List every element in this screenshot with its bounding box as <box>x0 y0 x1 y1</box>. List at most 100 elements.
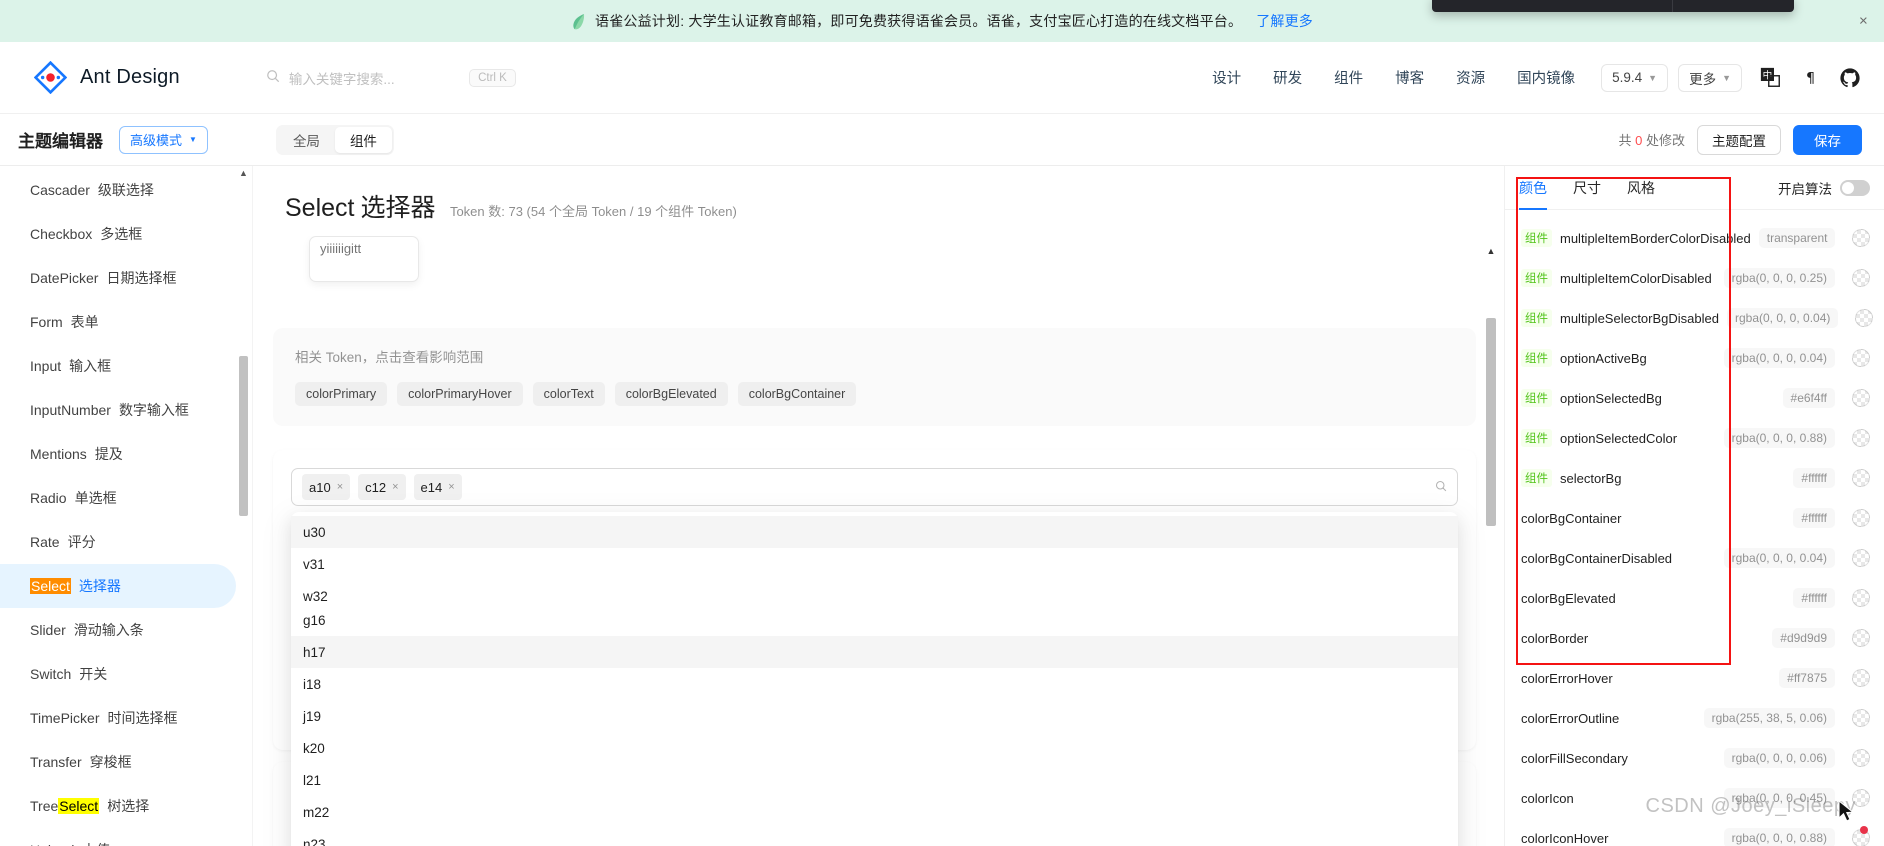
color-swatch[interactable] <box>1852 509 1870 527</box>
sidebar-item-datepicker[interactable]: DatePicker 日期选择框 <box>0 256 252 300</box>
ghost-select-preview[interactable]: yiiiiiigitt <box>309 236 419 282</box>
sidebar-item-treeselect[interactable]: TreeSelect 树选择 <box>0 784 252 828</box>
token-chip[interactable]: colorBgElevated <box>614 382 728 406</box>
token-row[interactable]: colorIcon rgba(0, 0, 0, 0.45) <box>1505 778 1884 818</box>
nav-item-components[interactable]: 组件 <box>1318 67 1379 88</box>
main-scrollbar[interactable]: ▲ <box>1486 246 1496 846</box>
color-swatch[interactable] <box>1852 669 1870 687</box>
color-swatch[interactable] <box>1852 429 1870 447</box>
scroll-up-arrow-icon[interactable]: ▲ <box>239 168 248 178</box>
github-icon[interactable] <box>1838 66 1862 90</box>
tag-close-icon[interactable]: × <box>337 481 343 493</box>
sidebar-item-radio[interactable]: Radio 单选框 <box>0 476 252 520</box>
token-row[interactable]: 组件 optionActiveBg rgba(0, 0, 0, 0.04) <box>1505 338 1884 378</box>
mode-selector[interactable]: 高级模式 ▼ <box>119 125 208 154</box>
nav-item-blog[interactable]: 博客 <box>1379 67 1440 88</box>
select-option[interactable]: j19 <box>291 700 1458 732</box>
color-swatch[interactable] <box>1855 309 1874 327</box>
token-row[interactable]: 组件 multipleItemColorDisabled rgba(0, 0, 0,… <box>1505 258 1884 298</box>
more-menu-button[interactable]: 更多 ▼ <box>1678 63 1742 92</box>
tab-global[interactable]: 全局 <box>278 127 335 153</box>
token-chip[interactable]: colorBgContainer <box>737 382 857 406</box>
token-row[interactable]: colorErrorOutline rgba(255, 38, 5, 0.06) <box>1505 698 1884 738</box>
tag-close-icon[interactable]: × <box>448 481 454 493</box>
promo-learn-more-link[interactable]: 了解更多 <box>1256 11 1313 31</box>
select-option[interactable]: k20 <box>291 732 1458 764</box>
sidebar-item-switch[interactable]: Switch 开关 <box>0 652 252 696</box>
theme-config-button[interactable]: 主题配置 <box>1697 124 1781 155</box>
sidebar-scrollbar-thumb[interactable] <box>239 356 248 516</box>
token-row[interactable]: colorErrorHover #ff7875 <box>1505 658 1884 698</box>
main-scrollbar-thumb[interactable] <box>1486 318 1496 526</box>
nav-item-design[interactable]: 设计 <box>1196 67 1257 88</box>
sidebar-item-rate[interactable]: Rate 评分 <box>0 520 252 564</box>
select-option[interactable]: u30 <box>291 516 1458 548</box>
color-swatch[interactable] <box>1852 749 1870 767</box>
select-option[interactable]: i18 <box>291 668 1458 700</box>
language-switch-icon[interactable]: 中 <box>1758 66 1782 90</box>
color-swatch[interactable] <box>1852 389 1870 407</box>
color-swatch[interactable] <box>1852 709 1870 727</box>
select-option[interactable]: v31 <box>291 548 1458 580</box>
token-row[interactable]: 组件 optionSelectedBg #e6f4ff <box>1505 378 1884 418</box>
sidebar-item-transfer[interactable]: Transfer 穿梭框 <box>0 740 252 784</box>
save-button[interactable]: 保存 <box>1793 124 1862 155</box>
token-chip[interactable]: colorPrimary <box>295 382 388 406</box>
color-swatch[interactable] <box>1852 629 1870 647</box>
tab-color[interactable]: 颜色 <box>1519 166 1547 210</box>
token-chip[interactable]: colorText <box>532 382 605 406</box>
text-direction-icon[interactable]: ¶ <box>1798 66 1822 90</box>
sidebar-item-upload[interactable]: Upload 上传 <box>0 828 252 846</box>
token-row[interactable]: colorBgElevated #ffffff <box>1505 578 1884 618</box>
algorithm-toggle[interactable] <box>1840 179 1870 196</box>
token-row[interactable]: colorFillSecondary rgba(0, 0, 0, 0.06) <box>1505 738 1884 778</box>
select-option[interactable]: n23 <box>291 828 1458 846</box>
color-swatch[interactable] <box>1852 549 1870 567</box>
sidebar-item-timepicker[interactable]: TimePicker 时间选择框 <box>0 696 252 740</box>
version-selector[interactable]: 5.9.4 ▼ <box>1601 63 1669 92</box>
brand[interactable]: Ant Design <box>33 60 180 95</box>
select-tag[interactable]: c12 × <box>358 474 406 500</box>
tab-style[interactable]: 风格 <box>1627 166 1655 210</box>
sidebar-item-cascader[interactable]: Cascader 级联选择 <box>0 168 252 212</box>
sidebar-item-select[interactable]: Select 选择器 <box>0 564 236 608</box>
nav-item-mirror[interactable]: 国内镜像 <box>1501 67 1591 88</box>
sidebar-item-inputnumber[interactable]: InputNumber 数字输入框 <box>0 388 252 432</box>
token-row[interactable]: 组件 multipleSelectorBgDisabled rgba(0, 0, 0… <box>1505 298 1884 338</box>
select-multiple-input[interactable]: a10 × c12 × e14 × <box>291 468 1458 506</box>
token-row[interactable]: colorBorder #d9d9d9 <box>1505 618 1884 658</box>
color-swatch[interactable] <box>1852 269 1870 287</box>
select-option[interactable]: g16 <box>291 604 1458 636</box>
token-row[interactable]: 组件 optionSelectedColor rgba(0, 0, 0, 0.88) <box>1505 418 1884 458</box>
select-tag[interactable]: e14 × <box>413 474 462 500</box>
tab-components[interactable]: 组件 <box>334 126 392 153</box>
token-row[interactable]: colorBgContainer #ffffff <box>1505 498 1884 538</box>
token-row[interactable]: 组件 multipleItemBorderColorDisabled transpa… <box>1505 218 1884 258</box>
select-option[interactable]: h17 <box>291 636 1458 668</box>
close-icon[interactable]: × <box>1859 14 1868 29</box>
token-row[interactable]: colorBgContainerDisabled rgba(0, 0, 0, 0.… <box>1505 538 1884 578</box>
token-chip[interactable]: colorPrimaryHover <box>397 382 523 406</box>
select-option[interactable]: m22 <box>291 796 1458 828</box>
sidebar-item-checkbox[interactable]: Checkbox 多选框 <box>0 212 252 256</box>
search-input[interactable]: 输入关键字搜索... Ctrl K <box>266 62 516 94</box>
nav-item-resources[interactable]: 资源 <box>1440 67 1501 88</box>
color-swatch[interactable] <box>1852 829 1870 846</box>
sidebar-scrollbar[interactable]: ▲ <box>239 166 248 846</box>
sidebar-item-slider[interactable]: Slider 滑动输入条 <box>0 608 252 652</box>
token-row[interactable]: colorIconHover rgba(0, 0, 0, 0.88) <box>1505 818 1884 846</box>
tag-close-icon[interactable]: × <box>392 481 398 493</box>
nav-item-development[interactable]: 研发 <box>1257 67 1318 88</box>
select-dropdown[interactable]: u30 v31 w32 g16 h17 i18 j19 k20 l21 m22 n23 <box>291 512 1458 846</box>
color-swatch[interactable] <box>1852 789 1870 807</box>
color-swatch[interactable] <box>1852 469 1870 487</box>
select-tag[interactable]: a10 × <box>302 474 351 500</box>
sidebar-item-form[interactable]: Form 表单 <box>0 300 252 344</box>
sidebar-item-input[interactable]: Input 输入框 <box>0 344 252 388</box>
color-swatch[interactable] <box>1852 349 1870 367</box>
select-option[interactable]: l21 <box>291 764 1458 796</box>
sidebar-item-mentions[interactable]: Mentions 提及 <box>0 432 252 476</box>
color-swatch[interactable] <box>1852 229 1871 247</box>
scroll-up-arrow-icon[interactable]: ▲ <box>1486 246 1496 256</box>
tab-size[interactable]: 尺寸 <box>1573 166 1601 210</box>
